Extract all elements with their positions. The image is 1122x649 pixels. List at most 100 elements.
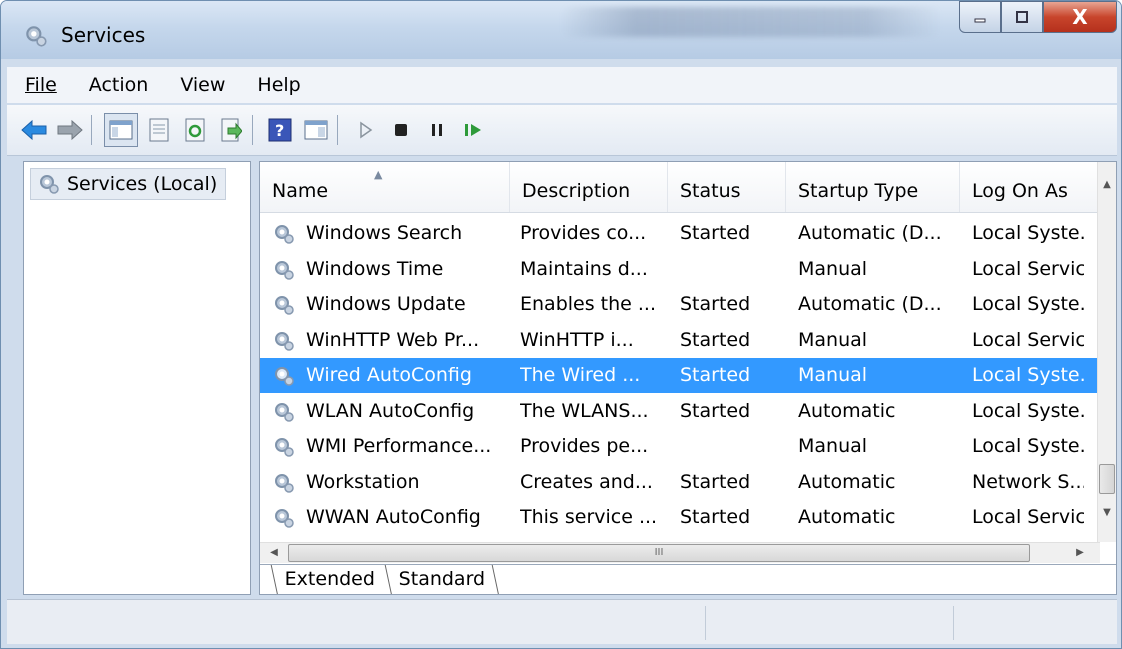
vertical-scrollbar[interactable]: ▲ ▼ bbox=[1097, 162, 1116, 542]
sort-ascending-icon: ▲ bbox=[374, 168, 383, 181]
help-button[interactable]: ? bbox=[265, 115, 295, 145]
toolbar-separator bbox=[91, 115, 92, 145]
scroll-up-icon[interactable]: ▲ bbox=[1098, 176, 1116, 194]
cell-logon: Local Servic bbox=[972, 257, 1084, 280]
table-row[interactable]: WLAN AutoConfig The WLANS... Started Automa… bbox=[260, 394, 1100, 429]
scroll-down-icon[interactable]: ▼ bbox=[1098, 504, 1116, 522]
service-gear-icon bbox=[275, 509, 294, 528]
menu-file[interactable]: File bbox=[25, 74, 57, 96]
tab-extended[interactable]: Extended bbox=[270, 565, 389, 594]
start-service-icon bbox=[360, 121, 373, 139]
cell-description: This service ... bbox=[520, 506, 658, 528]
cell-status: Started bbox=[680, 222, 751, 244]
refresh-icon bbox=[185, 118, 205, 142]
vertical-scroll-thumb[interactable] bbox=[1099, 464, 1115, 494]
service-gear-icon bbox=[275, 367, 294, 386]
cell-startup: Automatic (D... bbox=[798, 222, 942, 244]
table-row[interactable]: Workstation Creates and... Started Automati… bbox=[260, 465, 1100, 500]
title-bar[interactable]: Services X bbox=[1, 1, 1121, 59]
window-title: Services bbox=[61, 23, 146, 47]
column-header-name[interactable]: Name bbox=[260, 162, 510, 212]
horizontal-scrollbar[interactable]: ◀ III ▶ bbox=[260, 542, 1100, 563]
table-row[interactable]: Windows Time Maintains d... Manual Local Se… bbox=[260, 252, 1100, 287]
table-row[interactable]: Windows Search Provides co... Started Autom… bbox=[260, 216, 1100, 251]
cell-description: Provides co... bbox=[520, 222, 647, 244]
scroll-right-icon[interactable]: ▶ bbox=[1070, 543, 1090, 563]
show-console-tree-icon bbox=[109, 120, 133, 140]
cell-name: WLAN AutoConfig bbox=[306, 399, 475, 422]
cell-status bbox=[680, 252, 784, 287]
show-action-pane-button[interactable] bbox=[301, 115, 331, 145]
tree-item-services-local[interactable]: Services (Local) bbox=[30, 168, 227, 200]
start-service-button[interactable] bbox=[350, 115, 380, 145]
services-window: Services X File Action View Help ? Servi… bbox=[0, 0, 1122, 649]
service-gear-icon bbox=[275, 260, 294, 280]
cell-startup: Automatic (D... bbox=[798, 293, 942, 315]
restart-service-button[interactable] bbox=[458, 115, 488, 145]
forward-button[interactable] bbox=[55, 115, 85, 145]
status-bar-divider bbox=[705, 606, 706, 640]
menu-view[interactable]: View bbox=[180, 74, 225, 96]
cell-logon: Local Syste... bbox=[972, 399, 1084, 422]
stop-service-button[interactable] bbox=[386, 115, 416, 145]
restart-service-icon bbox=[465, 124, 481, 136]
properties-icon bbox=[149, 118, 169, 142]
table-row[interactable]: WinHTTP Web Pr... WinHTTP i... Started Manu… bbox=[260, 323, 1100, 358]
table-row[interactable]: Wired AutoConfig The Wired ... Started Manu… bbox=[260, 358, 1100, 393]
cell-name: Workstation bbox=[306, 470, 420, 493]
cell-description: Enables the ... bbox=[520, 293, 656, 315]
cell-status: Started bbox=[680, 293, 751, 315]
column-header-status[interactable]: Status bbox=[668, 162, 786, 212]
cell-startup: Automatic bbox=[798, 470, 896, 493]
table-row[interactable]: WWAN AutoConfig This service ... Started Au… bbox=[260, 500, 1100, 535]
pause-service-button[interactable] bbox=[422, 115, 452, 145]
cell-status: Started bbox=[680, 399, 751, 422]
services-gear-icon bbox=[26, 26, 47, 47]
maximize-button[interactable] bbox=[1001, 1, 1043, 33]
show-console-tree-button[interactable] bbox=[104, 113, 138, 147]
back-arrow-icon bbox=[21, 119, 47, 141]
view-tabs: Extended Standard bbox=[260, 564, 1116, 594]
minimize-button[interactable] bbox=[959, 1, 1001, 33]
cell-logon: Network S... bbox=[972, 470, 1084, 493]
show-action-pane-icon bbox=[304, 120, 328, 140]
toolbar-separator bbox=[337, 115, 338, 145]
service-gear-icon bbox=[275, 225, 294, 244]
cell-name: WinHTTP Web Pr... bbox=[306, 328, 480, 351]
forward-arrow-icon bbox=[57, 119, 83, 141]
cell-logon: Local Servic bbox=[972, 506, 1084, 528]
refresh-button[interactable] bbox=[180, 115, 210, 145]
close-icon: X bbox=[1072, 5, 1088, 29]
tab-standard[interactable]: Standard bbox=[384, 565, 500, 594]
close-button[interactable]: X bbox=[1043, 1, 1117, 33]
menu-help[interactable]: Help bbox=[257, 74, 300, 96]
cell-logon: Local Syste... bbox=[972, 435, 1084, 457]
menu-action[interactable]: Action bbox=[89, 74, 149, 96]
column-header-startup-type[interactable]: Startup Type bbox=[786, 162, 960, 212]
status-bar-divider bbox=[953, 606, 954, 640]
cell-description: The WLANS... bbox=[520, 399, 649, 422]
table-row[interactable]: Windows Update Enables the ... Started Auto… bbox=[260, 287, 1100, 322]
pause-service-icon bbox=[432, 124, 442, 136]
cell-description: Maintains d... bbox=[520, 257, 648, 280]
back-button[interactable] bbox=[19, 115, 49, 145]
menu-bar: File Action View Help bbox=[7, 67, 1117, 103]
horizontal-scroll-thumb[interactable]: III bbox=[288, 544, 1030, 562]
column-header-log-on-as[interactable]: Log On As bbox=[960, 162, 1100, 212]
maximize-icon bbox=[1016, 11, 1028, 23]
cell-startup: Manual bbox=[798, 435, 868, 457]
help-icon: ? bbox=[268, 118, 292, 142]
export-list-button[interactable] bbox=[216, 115, 246, 145]
cell-startup: Manual bbox=[798, 328, 868, 351]
toolbar: ? bbox=[7, 105, 1117, 156]
console-tree-pane: Services (Local) bbox=[23, 161, 251, 595]
cell-description: Provides pe... bbox=[520, 435, 649, 457]
svg-text:?: ? bbox=[275, 121, 284, 140]
title-bar-glass-blur bbox=[561, 7, 941, 37]
table-row[interactable]: WMI Performance... Provides pe... Manual Lo… bbox=[260, 429, 1100, 464]
cell-name: Windows Update bbox=[306, 293, 466, 315]
column-header-description[interactable]: Description bbox=[510, 162, 668, 212]
scroll-left-icon[interactable]: ◀ bbox=[264, 543, 284, 563]
cell-logon: Local Syste... bbox=[972, 222, 1084, 244]
properties-button[interactable] bbox=[144, 115, 174, 145]
